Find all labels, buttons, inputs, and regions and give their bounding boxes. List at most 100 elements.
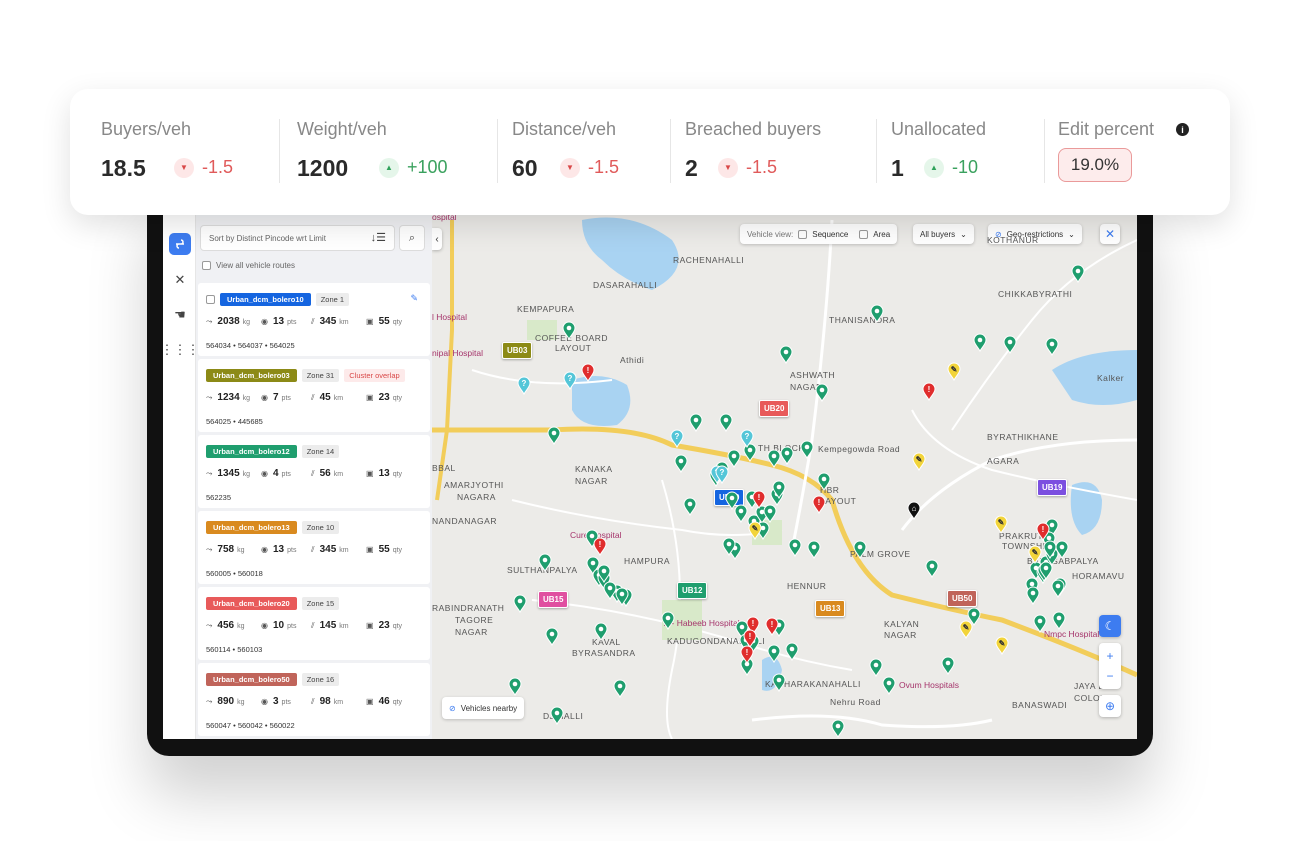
buyer-marker[interactable]	[853, 540, 867, 560]
edited-buyer-marker[interactable]: ✎	[1028, 545, 1042, 565]
buyer-marker[interactable]	[800, 440, 814, 460]
routes-icon[interactable]	[169, 233, 191, 255]
hand-icon[interactable]: ☚	[169, 304, 191, 326]
route-card[interactable]: Urban_dcm_bolero13 Zone 10 ⤳ 758 kg ◉ 13 pts ⫽ 34…	[198, 511, 430, 584]
edited-buyer-marker[interactable]: ✎	[748, 521, 762, 541]
route-card[interactable]: Urban_dcm_bolero10 Zone 1 ✎ ⤳ 2038 kg ◉ 13 pts ⫽ 3…	[198, 283, 430, 356]
breached-buyer-marker[interactable]: !	[922, 382, 936, 402]
vehicles-nearby-button[interactable]: ⊘ Vehicles nearby	[442, 697, 525, 719]
view-all-checkbox[interactable]	[202, 261, 211, 270]
buyer-marker[interactable]	[1026, 586, 1040, 606]
buyer-marker[interactable]	[1052, 611, 1066, 631]
buyer-marker[interactable]	[831, 719, 845, 739]
buyer-marker[interactable]	[1071, 264, 1085, 284]
zoom-controls: + −	[1099, 643, 1121, 689]
buyer-marker[interactable]	[683, 497, 697, 517]
tools-icon[interactable]: ✕	[169, 269, 191, 291]
buyer-marker[interactable]	[513, 594, 527, 614]
zoom-in-icon[interactable]: +	[1106, 649, 1113, 663]
stat-km: ⫽ 345 km	[311, 316, 366, 327]
buyer-marker[interactable]	[785, 642, 799, 662]
edit-icon[interactable]: ✎	[410, 293, 418, 304]
buyer-marker[interactable]	[743, 443, 757, 463]
buyer-marker[interactable]	[941, 656, 955, 676]
edited-buyer-marker[interactable]: ✎	[947, 362, 961, 382]
buyer-marker[interactable]	[719, 413, 733, 433]
depot-home-marker[interactable]: ⌂	[907, 501, 921, 521]
buyer-marker[interactable]	[734, 504, 748, 524]
edited-buyer-marker[interactable]: ✎	[995, 636, 1009, 656]
buyer-marker[interactable]	[870, 304, 884, 324]
route-card[interactable]: Urban_dcm_bolero50 Zone 16 ⤳ 890 kg ◉ 3 pts ⫽ 98 k…	[198, 663, 430, 736]
map-view[interactable]: Vehicle view: Sequence Area All buyers ⌄…	[432, 200, 1137, 739]
box-icon: ▣	[366, 317, 374, 326]
edited-buyer-marker[interactable]: ✎	[959, 620, 973, 640]
buyer-marker[interactable]	[1045, 337, 1059, 357]
edit-percent-value: 19.0%	[1058, 148, 1132, 182]
unknown-buyer-marker[interactable]: ?	[517, 376, 531, 396]
info-icon[interactable]: i	[1176, 123, 1189, 136]
buyer-marker[interactable]	[538, 553, 552, 573]
route-card[interactable]: Urban_dcm_bolero03 Zone 31 Cluster overlap…	[198, 359, 430, 432]
buyer-marker[interactable]	[779, 345, 793, 365]
breached-buyer-marker[interactable]: !	[752, 490, 766, 510]
dark-mode-button[interactable]: ☾	[1099, 615, 1121, 637]
buyer-marker[interactable]	[1003, 335, 1017, 355]
locate-button[interactable]: ⊕	[1099, 695, 1121, 717]
stat-value: 45	[319, 392, 331, 403]
buyer-marker[interactable]	[727, 449, 741, 469]
buyer-marker[interactable]	[689, 413, 703, 433]
stat-value: 55	[378, 544, 390, 555]
search-button[interactable]: ⌕	[399, 225, 425, 251]
road-icon: ⫽	[311, 697, 315, 706]
route-card[interactable]: Urban_dcm_bolero20 Zone 15 ⤳ 456 kg ◉ 10 pts ⫽ 14…	[198, 587, 430, 660]
buyer-marker[interactable]	[508, 677, 522, 697]
zoom-out-icon[interactable]: −	[1106, 669, 1113, 683]
buyer-marker[interactable]	[674, 454, 688, 474]
buyer-marker[interactable]	[763, 504, 777, 524]
buyer-marker[interactable]	[925, 559, 939, 579]
buyer-marker[interactable]	[817, 472, 831, 492]
buyer-marker[interactable]	[1033, 614, 1047, 634]
view-all-routes[interactable]: View all vehicle routes	[202, 261, 295, 270]
breached-buyer-marker[interactable]: !	[812, 495, 826, 515]
zone-badge: Zone 14	[301, 445, 340, 458]
buyer-marker[interactable]	[767, 644, 781, 664]
route-card[interactable]: Urban_dcm_bolero12 Zone 14 ⤳ 1345 kg ◉ 4 pts ⫽ 56…	[198, 435, 430, 508]
apps-grid-icon[interactable]: ⋮⋮⋮	[163, 339, 200, 361]
buyer-marker[interactable]	[788, 538, 802, 558]
buyer-marker[interactable]	[780, 446, 794, 466]
buyer-marker[interactable]	[1051, 579, 1065, 599]
route-checkbox[interactable]	[206, 295, 215, 304]
stat-pts: ◉ 10 pts	[261, 620, 311, 631]
buyer-marker[interactable]	[725, 491, 739, 511]
buyer-marker[interactable]	[767, 449, 781, 469]
buyer-marker[interactable]	[815, 383, 829, 403]
edited-buyer-marker[interactable]: ✎	[994, 515, 1008, 535]
metric-value: 60	[512, 155, 538, 181]
buyer-marker[interactable]	[973, 333, 987, 353]
buyer-marker[interactable]	[661, 611, 675, 631]
buyer-marker[interactable]	[772, 673, 786, 693]
unknown-buyer-marker[interactable]: ?	[670, 429, 684, 449]
buyer-marker[interactable]	[550, 706, 564, 726]
eye-off-icon: ⊘	[449, 703, 456, 713]
buyer-marker[interactable]	[547, 426, 561, 446]
buyer-marker[interactable]	[562, 321, 576, 341]
breached-buyer-marker[interactable]: !	[581, 363, 595, 383]
sort-select[interactable]: Sort by Distinct Pincode wrt Limit ↓☰	[200, 225, 395, 251]
arrow-up-icon: ▲	[924, 157, 944, 178]
buyer-marker[interactable]	[882, 676, 896, 696]
buyer-marker[interactable]	[869, 658, 883, 678]
svg-text:✎: ✎	[951, 365, 958, 374]
breached-buyer-marker[interactable]: !	[593, 537, 607, 557]
route-name-tag: Urban_dcm_bolero10	[220, 293, 311, 306]
edited-buyer-marker[interactable]: ✎	[912, 452, 926, 472]
stat-unit: kg	[242, 395, 251, 402]
unknown-buyer-marker[interactable]: ?	[563, 371, 577, 391]
buyer-marker[interactable]	[594, 622, 608, 642]
buyer-marker[interactable]	[807, 540, 821, 560]
buyer-marker[interactable]	[613, 679, 627, 699]
buyer-marker[interactable]	[545, 627, 559, 647]
sort-icon: ↓☰	[370, 232, 386, 244]
